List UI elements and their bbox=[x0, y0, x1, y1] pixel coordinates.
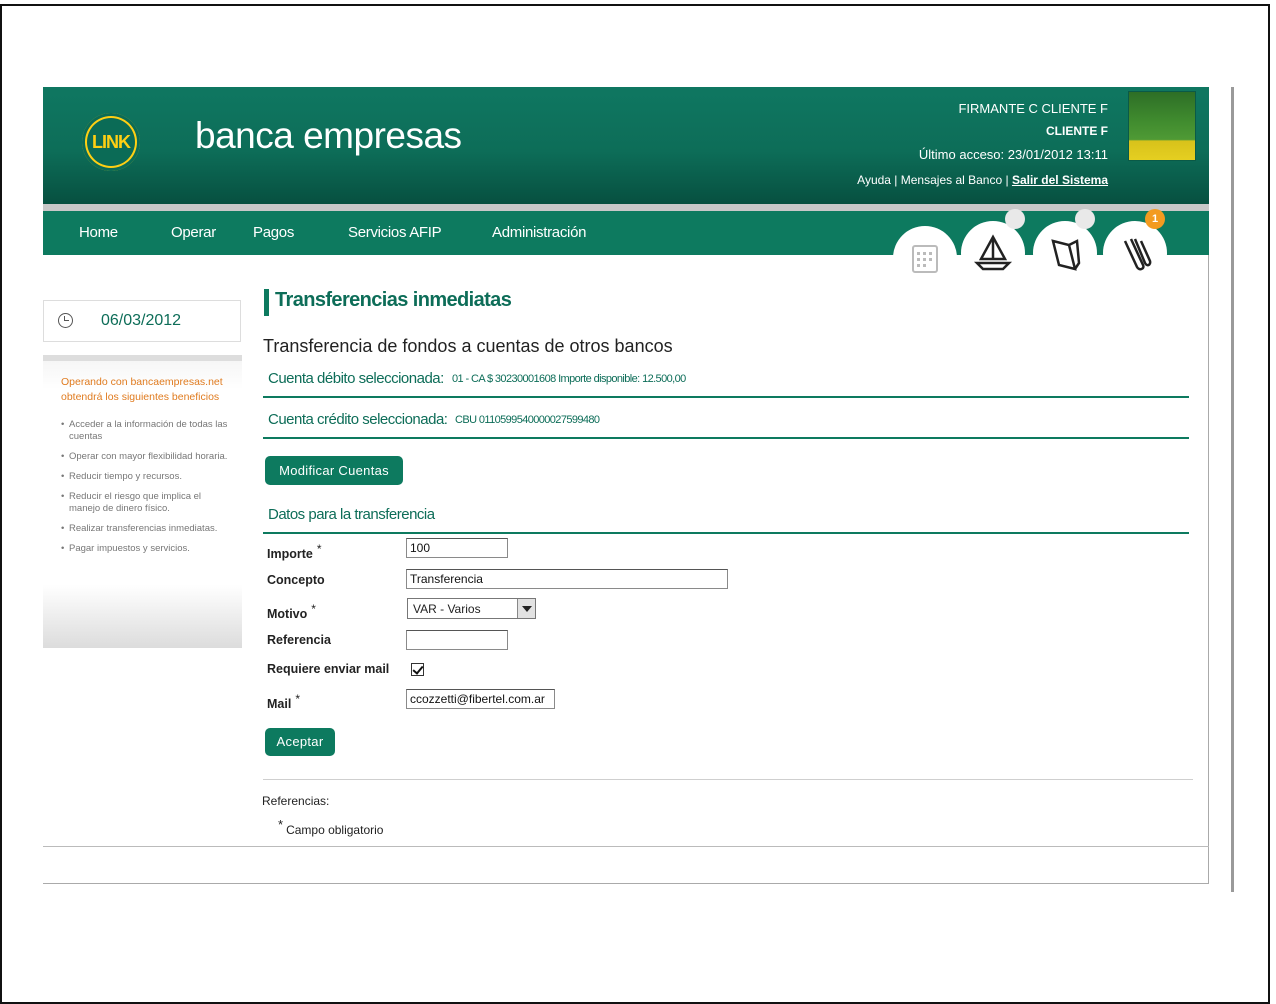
benefit-item: Pagar impuestos y servicios. bbox=[61, 543, 231, 555]
promo-panel: Operando con bancaempresas.net obtendrá … bbox=[43, 355, 242, 648]
title-accent bbox=[264, 289, 269, 316]
footer-divider bbox=[43, 846, 1209, 847]
debit-account-row: Cuenta débito seleccionada: 01 - CA $ 30… bbox=[263, 370, 1189, 398]
credit-account-row: Cuenta crédito seleccionada: CBU 0110599… bbox=[263, 411, 1189, 439]
tool-indicator bbox=[1075, 209, 1095, 229]
folder-icon bbox=[1051, 239, 1081, 271]
references-note-text: Campo obligatorio bbox=[286, 823, 384, 837]
benefit-item: Operar con mayor flexibilidad horaria. bbox=[61, 451, 231, 463]
notification-badge[interactable]: 1 bbox=[1145, 209, 1165, 229]
clock-icon bbox=[58, 313, 73, 328]
transfer-data-section: Datos para la transferencia bbox=[263, 506, 1189, 534]
page-subtitle: Transferencia de fondos a cuentas de otr… bbox=[263, 336, 673, 356]
required-mark: * bbox=[316, 542, 322, 556]
user-photo bbox=[1128, 91, 1196, 161]
messages-link[interactable]: Mensajes al Banco bbox=[901, 173, 1002, 187]
referencia-input[interactable] bbox=[406, 630, 508, 650]
boat-tool[interactable] bbox=[961, 221, 1025, 285]
benefit-item: Reducir el riesgo que implica el manejo … bbox=[61, 491, 231, 515]
logout-link[interactable]: Salir del Sistema bbox=[1012, 173, 1108, 187]
help-link[interactable]: Ayuda bbox=[857, 173, 891, 187]
credit-account-value: CBU 0110599540000027599480 bbox=[455, 414, 600, 426]
importe-input[interactable] bbox=[406, 538, 508, 558]
nav-item-home[interactable]: Home bbox=[79, 211, 118, 255]
accept-button[interactable]: Aceptar bbox=[265, 728, 335, 756]
referencia-label: Referencia bbox=[267, 633, 331, 647]
mail-required-label: Requiere enviar mail bbox=[267, 662, 390, 676]
paperclip-icon bbox=[1123, 238, 1152, 271]
chevron-down-icon[interactable] bbox=[517, 599, 535, 618]
current-date: 06/03/2012 bbox=[101, 312, 182, 329]
user-info: FIRMANTE C CLIENTE F CLIENTE F Último ac… bbox=[857, 97, 1108, 192]
required-mark: * bbox=[311, 602, 316, 616]
brand-title: banca empresas bbox=[195, 115, 462, 156]
importe-label-text: Importe bbox=[267, 547, 313, 562]
required-mark: * bbox=[278, 817, 284, 832]
calendar-tool[interactable] bbox=[893, 226, 957, 290]
benefit-item: Acceder a la información de todas las cu… bbox=[61, 419, 231, 443]
link-separator: | bbox=[890, 173, 901, 187]
references-note: * Campo obligatorio bbox=[278, 817, 383, 837]
folder-tool[interactable] bbox=[1033, 221, 1097, 285]
mail-label: Mail * bbox=[267, 692, 300, 711]
page-container: LINK banca empresas FIRMANTE C CLIENTE F… bbox=[43, 87, 1209, 884]
concepto-input[interactable] bbox=[406, 569, 728, 589]
header-links: Ayuda | Mensajes al Banco | Salir del Si… bbox=[857, 169, 1108, 192]
sailboat-icon bbox=[973, 234, 1013, 271]
header-separator bbox=[43, 204, 1209, 211]
debit-account-label: Cuenta débito seleccionada: bbox=[268, 370, 444, 387]
mail-label-text: Mail bbox=[267, 697, 292, 712]
concepto-label: Concepto bbox=[267, 573, 325, 587]
motivo-label-text: Motivo bbox=[267, 607, 308, 622]
mail-input[interactable] bbox=[406, 689, 555, 709]
logo-text: LINK bbox=[87, 118, 135, 166]
importe-label: Importe * bbox=[267, 542, 322, 561]
clip-tool[interactable] bbox=[1103, 221, 1167, 285]
credit-account-label: Cuenta crédito seleccionada: bbox=[268, 411, 448, 428]
nav-item-pagos[interactable]: Pagos bbox=[253, 211, 294, 255]
modify-accounts-button[interactable]: Modificar Cuentas bbox=[265, 456, 403, 485]
tool-indicator bbox=[1005, 209, 1025, 229]
nav-item-operar[interactable]: Operar bbox=[171, 211, 216, 255]
promo-title: Operando con bancaempresas.net obtendrá … bbox=[61, 376, 223, 403]
client-name: CLIENTE F bbox=[1046, 124, 1108, 138]
required-mark: * bbox=[295, 692, 300, 706]
header: LINK banca empresas FIRMANTE C CLIENTE F… bbox=[43, 87, 1209, 204]
page-title: Transferencias inmediatas bbox=[275, 289, 512, 311]
benefit-item: Reducir tiempo y recursos. bbox=[61, 471, 231, 483]
vertical-divider bbox=[1231, 87, 1234, 892]
date-box: 06/03/2012 bbox=[43, 300, 241, 342]
benefit-item: Realizar transferencias inmediatas. bbox=[61, 523, 231, 535]
last-access: Último acceso: 23/01/2012 13:11 bbox=[918, 147, 1108, 162]
nav-item-servicios-afip[interactable]: Servicios AFIP bbox=[348, 211, 442, 255]
motivo-label: Motivo * bbox=[267, 602, 316, 621]
calendar-icon bbox=[912, 245, 938, 273]
references-divider bbox=[263, 779, 1193, 780]
user-name: FIRMANTE C CLIENTE F bbox=[958, 101, 1108, 116]
references-title: Referencias: bbox=[262, 794, 330, 808]
nav-item-administracion[interactable]: Administración bbox=[492, 211, 586, 255]
benefits-list: Acceder a la información de todas las cu… bbox=[61, 419, 231, 563]
link-logo[interactable]: LINK bbox=[82, 113, 140, 171]
main-nav: Home Operar Pagos Servicios AFIP Adminis… bbox=[43, 209, 1209, 290]
section-title: Datos para la transferencia bbox=[268, 506, 435, 523]
motivo-selected-value: VAR - Varios bbox=[413, 602, 481, 616]
motivo-select[interactable]: VAR - Varios bbox=[407, 598, 536, 619]
mail-required-checkbox[interactable] bbox=[411, 663, 424, 676]
debit-account-value: 01 - CA $ 30230001608 Importe disponible… bbox=[452, 373, 686, 385]
link-separator: | bbox=[1002, 173, 1012, 187]
